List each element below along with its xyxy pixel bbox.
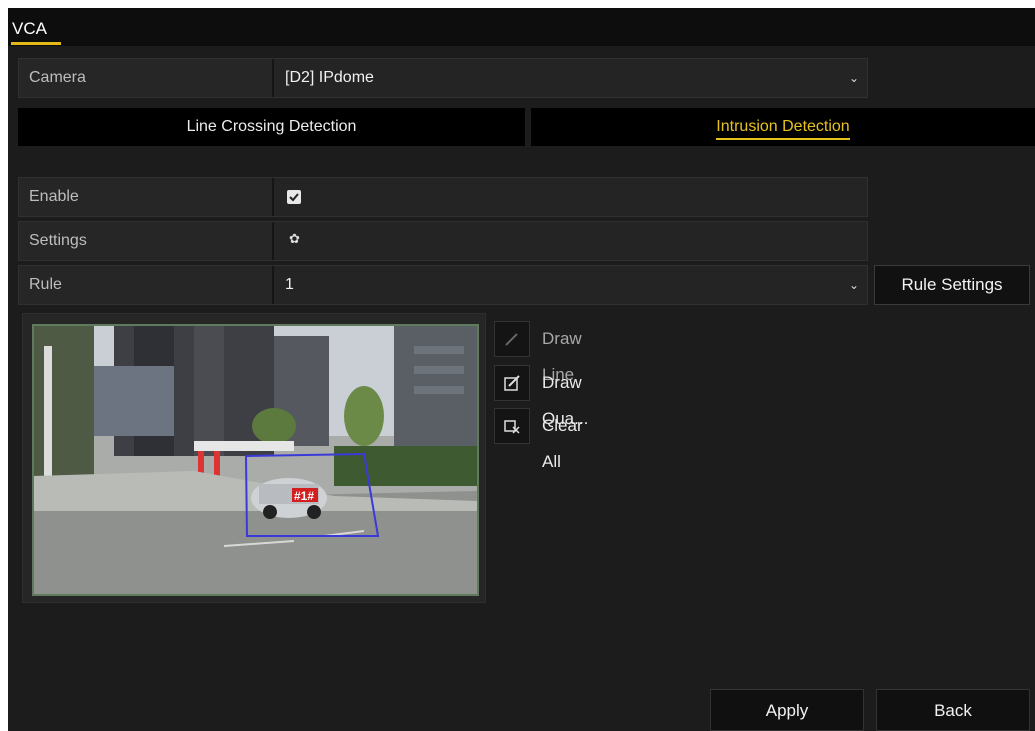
camera-select[interactable]: Camera [D2] IPdome ⌄ bbox=[18, 58, 868, 98]
rule-select[interactable]: Rule 1 ⌄ bbox=[18, 265, 868, 305]
camera-preview[interactable]: #1# bbox=[32, 324, 479, 596]
tab-line-crossing-label: Line Crossing Detection bbox=[186, 118, 357, 135]
preview-panel: #1# bbox=[22, 313, 486, 603]
edit-icon bbox=[494, 365, 530, 401]
clear-icon bbox=[494, 408, 530, 444]
tab-intrusion-detection-label: Intrusion Detection bbox=[716, 118, 850, 140]
rule-settings-button[interactable]: Rule Settings bbox=[874, 265, 1030, 305]
camera-snapshot: #1# bbox=[34, 326, 477, 594]
tab-bar: Line Crossing Detection Intrusion Detect… bbox=[18, 108, 1035, 146]
window-title: VCA bbox=[12, 19, 47, 38]
tab-line-crossing[interactable]: Line Crossing Detection bbox=[18, 108, 525, 146]
back-button[interactable]: Back bbox=[876, 689, 1030, 731]
region-label: #1# bbox=[294, 489, 314, 503]
rule-value: 1 bbox=[285, 276, 294, 293]
title-underline bbox=[11, 42, 61, 45]
gear-icon[interactable]: ✿ bbox=[289, 231, 300, 247]
enable-checkbox[interactable] bbox=[287, 190, 301, 204]
chevron-down-icon: ⌄ bbox=[848, 278, 859, 292]
checkmark-icon bbox=[289, 193, 299, 202]
title-bar: VCA bbox=[8, 8, 1035, 46]
rule-label: Rule bbox=[19, 266, 274, 304]
settings-label: Settings bbox=[19, 222, 274, 260]
tab-intrusion-detection[interactable]: Intrusion Detection bbox=[531, 108, 1035, 146]
apply-button[interactable]: Apply bbox=[710, 689, 864, 731]
camera-value: [D2] IPdome bbox=[285, 69, 374, 86]
clear-all-label: Clear All bbox=[542, 416, 583, 471]
settings-row: Settings ✿ bbox=[18, 221, 868, 261]
vca-window: VCA Camera [D2] IPdome ⌄ Line Crossing D… bbox=[8, 8, 1035, 731]
enable-row: Enable bbox=[18, 177, 868, 217]
pencil-icon bbox=[494, 321, 530, 357]
camera-label: Camera bbox=[19, 59, 274, 97]
chevron-down-icon: ⌄ bbox=[848, 71, 859, 85]
enable-label: Enable bbox=[19, 178, 274, 216]
